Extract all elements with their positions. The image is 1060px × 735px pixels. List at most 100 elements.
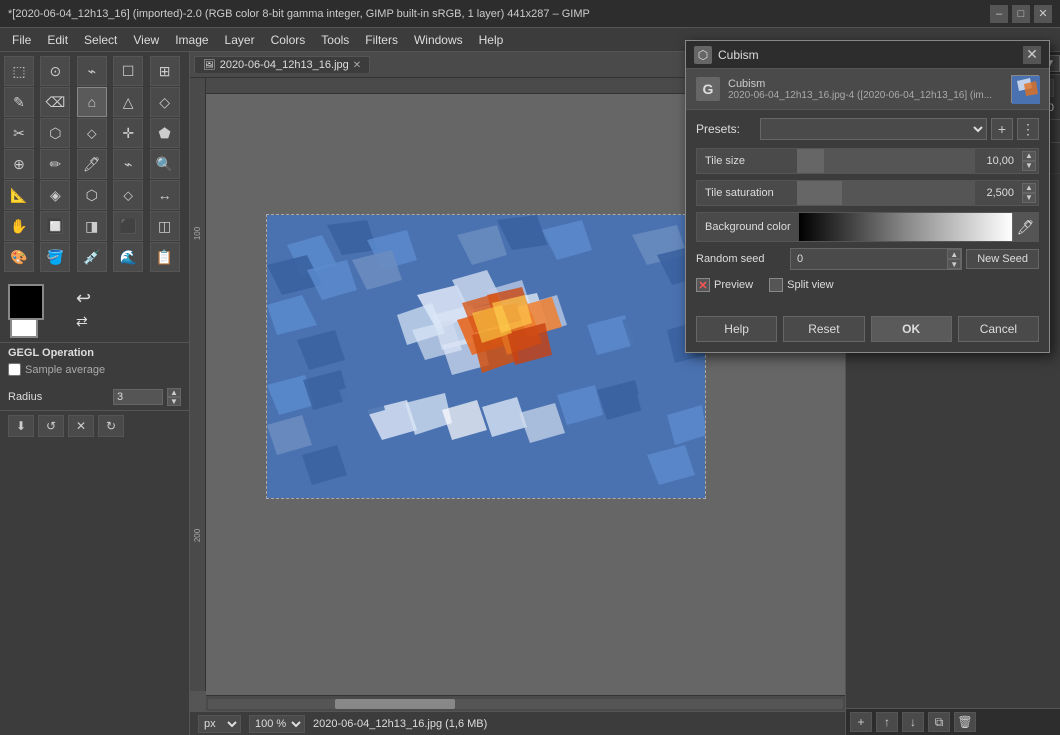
tool-handle-transform[interactable]: 🪣 bbox=[40, 242, 70, 272]
split-view-checkbox[interactable] bbox=[769, 278, 783, 292]
tool-align[interactable]: ✋ bbox=[4, 211, 34, 241]
seed-input[interactable] bbox=[791, 250, 947, 268]
tool-select-by-color[interactable]: ⊞ bbox=[150, 56, 180, 86]
tool-unified-transform[interactable]: 💉 bbox=[77, 242, 107, 272]
tool-ellipse-select[interactable]: ⊙ bbox=[40, 56, 70, 86]
delete-layer-button[interactable]: 🗑 bbox=[954, 712, 976, 732]
tool-paintbrush[interactable]: ⬦ bbox=[77, 118, 107, 148]
tool-mypaints[interactable]: ✏ bbox=[40, 149, 70, 179]
tab-close-icon[interactable]: ✕ bbox=[353, 60, 361, 71]
tool-bucket-fill[interactable]: ◇ bbox=[150, 87, 180, 117]
tile-size-row: Tile size 10,00 ▲ ▼ bbox=[696, 148, 1039, 174]
close-button[interactable]: ✕ bbox=[1034, 5, 1052, 23]
tool-shear[interactable]: 🎨 bbox=[4, 242, 34, 272]
radius-up[interactable]: ▲ bbox=[167, 388, 181, 397]
tool-scale[interactable]: ◫ bbox=[150, 211, 180, 241]
tool-text[interactable]: △ bbox=[113, 87, 143, 117]
presets-menu-button[interactable]: ⋮ bbox=[1017, 118, 1039, 140]
tool-airbrush[interactable]: ⬟ bbox=[150, 118, 180, 148]
bg-color-picker-button[interactable]: 🖊 bbox=[1012, 213, 1038, 241]
tool-ink[interactable]: ⊕ bbox=[4, 149, 34, 179]
tool-desaturate[interactable]: ⬦ bbox=[113, 180, 143, 210]
tool-preset-restore[interactable]: ↺ bbox=[38, 415, 64, 437]
dialog-title-icon: ⬡ bbox=[694, 46, 712, 64]
tile-size-slider[interactable] bbox=[797, 149, 975, 173]
ok-button[interactable]: OK bbox=[871, 316, 952, 342]
menu-file[interactable]: File bbox=[4, 31, 39, 49]
tool-free-select[interactable]: ⌁ bbox=[77, 56, 107, 86]
tool-eraser[interactable]: ✛ bbox=[113, 118, 143, 148]
preview-option[interactable]: ✕ Preview bbox=[696, 278, 753, 292]
radius-input[interactable] bbox=[113, 389, 163, 405]
swap-colors-icon[interactable]: ⇄ bbox=[76, 313, 91, 330]
tool-crop[interactable]: ◨ bbox=[77, 211, 107, 241]
tool-perspective-clone[interactable]: 🔍 bbox=[150, 149, 180, 179]
tool-paths[interactable]: ⌂ bbox=[77, 87, 107, 117]
menu-colors[interactable]: Colors bbox=[263, 31, 314, 49]
tool-fuzzy-select[interactable]: ☐ bbox=[113, 56, 143, 86]
tool-move[interactable]: 🔲 bbox=[40, 211, 70, 241]
tool-pencil[interactable]: ⬡ bbox=[40, 118, 70, 148]
scrollbar-track-h[interactable] bbox=[208, 699, 843, 709]
menu-view[interactable]: View bbox=[125, 31, 167, 49]
tool-preset-delete[interactable]: ✕ bbox=[68, 415, 94, 437]
tool-color-picker[interactable]: ↔ bbox=[150, 180, 180, 210]
reset-button[interactable]: Reset bbox=[783, 316, 864, 342]
menu-windows[interactable]: Windows bbox=[406, 31, 471, 49]
tool-preset-save[interactable]: ⬇ bbox=[8, 415, 34, 437]
tool-rectangle-select[interactable]: ⬚ bbox=[4, 56, 34, 86]
tool-foreground-select[interactable]: ⌫ bbox=[40, 87, 70, 117]
tool-smudge[interactable]: ◈ bbox=[40, 180, 70, 210]
tool-preset-reset[interactable]: ↻ bbox=[98, 415, 124, 437]
scrollbar-thumb-h[interactable] bbox=[335, 699, 455, 709]
tool-rotate[interactable]: ⬛ bbox=[113, 211, 143, 241]
dialog-gimp-icon: G bbox=[696, 77, 720, 101]
seed-up[interactable]: ▲ bbox=[947, 249, 961, 259]
dialog-close-button[interactable]: ✕ bbox=[1023, 46, 1041, 64]
menu-image[interactable]: Image bbox=[167, 31, 216, 49]
help-button[interactable]: Help bbox=[696, 316, 777, 342]
bg-color-gradient[interactable] bbox=[799, 213, 1012, 241]
menu-help[interactable]: Help bbox=[471, 31, 512, 49]
lower-layer-button[interactable]: ↓ bbox=[902, 712, 924, 732]
tool-warp-transform[interactable]: 🌊 bbox=[113, 242, 143, 272]
menu-layer[interactable]: Layer bbox=[217, 31, 263, 49]
radius-down[interactable]: ▼ bbox=[167, 397, 181, 406]
tile-saturation-slider[interactable] bbox=[797, 181, 975, 205]
zoom-select[interactable]: 100 % 50 % 200 % bbox=[249, 715, 305, 733]
presets-select[interactable] bbox=[760, 118, 987, 140]
menu-select[interactable]: Select bbox=[76, 31, 125, 49]
minimize-button[interactable]: – bbox=[990, 5, 1008, 23]
tile-saturation-down[interactable]: ▼ bbox=[1022, 193, 1036, 203]
new-seed-button[interactable]: New Seed bbox=[966, 249, 1039, 269]
duplicate-layer-button[interactable]: ⧉ bbox=[928, 712, 950, 732]
cancel-button[interactable]: Cancel bbox=[958, 316, 1039, 342]
new-layer-button[interactable]: + bbox=[850, 712, 872, 732]
tool-clone[interactable]: 🖊 bbox=[77, 149, 107, 179]
tool-blend[interactable]: ✂ bbox=[4, 118, 34, 148]
presets-add-button[interactable]: + bbox=[991, 118, 1013, 140]
tile-saturation-up[interactable]: ▲ bbox=[1022, 183, 1036, 193]
gegl-sample-checkbox[interactable] bbox=[8, 363, 21, 376]
preview-checkbox[interactable]: ✕ bbox=[696, 278, 710, 292]
tool-measure[interactable]: 📋 bbox=[150, 242, 180, 272]
tile-size-label: Tile size bbox=[697, 151, 797, 171]
maximize-button[interactable]: □ bbox=[1012, 5, 1030, 23]
tool-scissors[interactable]: ✎ bbox=[4, 87, 34, 117]
scrollbar-horizontal[interactable] bbox=[206, 695, 845, 711]
tool-heal[interactable]: ⌁ bbox=[113, 149, 143, 179]
seed-down[interactable]: ▼ bbox=[947, 259, 961, 269]
unit-select[interactable]: px mm bbox=[198, 715, 241, 733]
tile-size-up[interactable]: ▲ bbox=[1022, 151, 1036, 161]
menu-tools[interactable]: Tools bbox=[313, 31, 357, 49]
split-view-option[interactable]: Split view bbox=[769, 278, 833, 292]
menu-filters[interactable]: Filters bbox=[357, 31, 406, 49]
menu-edit[interactable]: Edit bbox=[39, 31, 76, 49]
tool-blur[interactable]: 📐 bbox=[4, 180, 34, 210]
tool-dodge-burn[interactable]: ⬡ bbox=[77, 180, 107, 210]
raise-layer-button[interactable]: ↑ bbox=[876, 712, 898, 732]
foreground-color-swatch[interactable] bbox=[8, 284, 44, 320]
canvas-tab[interactable]: 🖼 2020-06-04_12h13_16.jpg ✕ bbox=[194, 56, 370, 73]
tile-size-down[interactable]: ▼ bbox=[1022, 161, 1036, 171]
reset-colors-icon[interactable]: ↩ bbox=[76, 288, 91, 309]
